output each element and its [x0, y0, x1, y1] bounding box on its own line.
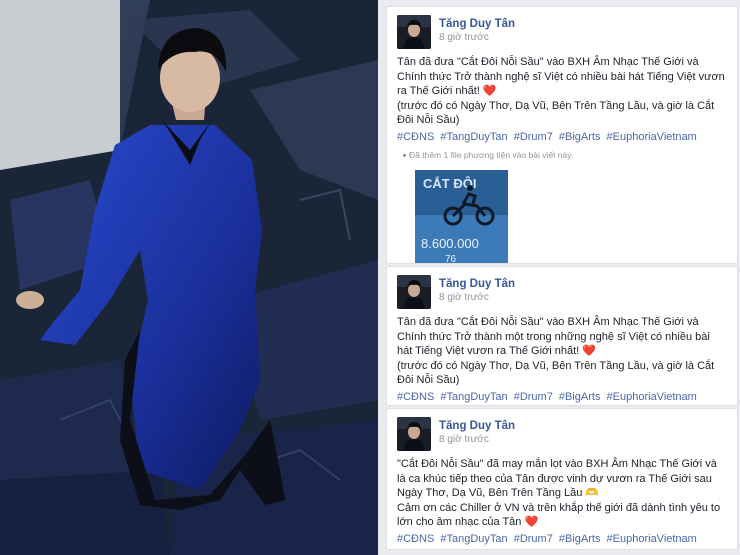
post-header: Tăng Duy Tân 8 giờ trước — [397, 15, 727, 51]
hashtag-link[interactable]: #EuphoriaVietnam — [607, 131, 697, 143]
hashtag-link[interactable]: #TangDuyTan — [440, 391, 507, 403]
hashtag-link[interactable]: #BigArts — [559, 533, 601, 545]
hashtag-link[interactable]: #TangDuyTan — [440, 131, 507, 143]
post-card: Tăng Duy Tân 8 giờ trước Tân đã đưa "Cắt… — [386, 6, 738, 264]
post-text: Tân đã đưa "Cắt Đôi Nỗi Sầu" vào BXH Âm … — [397, 316, 715, 386]
post-text: "Cắt Đôi Nỗi Sầu" đã may mắn lọt vào BXH… — [397, 458, 721, 528]
hashtag-link[interactable]: #Drum7 — [514, 391, 553, 403]
avatar[interactable] — [397, 275, 431, 309]
attachment-note-text: Đã thêm 1 file phương tiện vào bài viết … — [409, 149, 574, 160]
portrait-photo — [0, 0, 378, 555]
author-name[interactable]: Tăng Duy Tân — [439, 277, 515, 291]
post-card: Tăng Duy Tân 8 giờ trước Tân đã đưa "Cắt… — [386, 266, 738, 406]
hashtag-link[interactable]: #BigArts — [559, 131, 601, 143]
avatar[interactable] — [397, 417, 431, 451]
post-header: Tăng Duy Tân 8 giờ trước — [397, 275, 727, 311]
hashtag-link[interactable]: #CĐNS — [397, 533, 434, 545]
hashtag-list: #CĐNS #TangDuyTan #Drum7 #BigArts #Eupho… — [397, 130, 727, 144]
post-timestamp[interactable]: 8 giờ trước — [439, 291, 515, 305]
thumbnail-count: 8.600.000 — [421, 236, 479, 251]
hashtag-link[interactable]: #TangDuyTan — [440, 533, 507, 545]
hashtag-list: #CĐNS #TangDuyTan #Drum7 #BigArts #Eupho… — [397, 532, 727, 546]
hashtag-link[interactable]: #CĐNS — [397, 391, 434, 403]
author-name[interactable]: Tăng Duy Tân — [439, 17, 515, 31]
post-header: Tăng Duy Tân 8 giờ trước — [397, 417, 727, 453]
attachment-bullet-icon: ▪ — [403, 149, 407, 160]
author-name[interactable]: Tăng Duy Tân — [439, 419, 515, 433]
post-text: Tân đã đưa "Cắt Đôi Nỗi Sầu" vào BXH Âm … — [397, 56, 725, 126]
post-timestamp[interactable]: 8 giờ trước — [439, 433, 515, 447]
post-timestamp[interactable]: 8 giờ trước — [439, 31, 515, 45]
media-thumbnail[interactable]: CẮT ĐÔI 8.600.000 76 — [415, 169, 508, 263]
facebook-feed: Tăng Duy Tân 8 giờ trước Tân đã đưa "Cắt… — [378, 0, 740, 555]
thumbnail-footer: 76 — [445, 254, 457, 263]
hashtag-list: #CĐNS #TangDuyTan #Drum7 #BigArts #Eupho… — [397, 390, 727, 404]
hashtag-link[interactable]: #EuphoriaVietnam — [607, 533, 697, 545]
hashtag-link[interactable]: #Drum7 — [514, 533, 553, 545]
post-card: Tăng Duy Tân 8 giờ trước "Cắt Đôi Nỗi Sầ… — [386, 408, 738, 550]
hashtag-link[interactable]: #Drum7 — [514, 131, 553, 143]
hashtag-link[interactable]: #EuphoriaVietnam — [607, 391, 697, 403]
avatar[interactable] — [397, 15, 431, 49]
hashtag-link[interactable]: #CĐNS — [397, 131, 434, 143]
hashtag-link[interactable]: #BigArts — [559, 391, 601, 403]
attachment-note: ▪ Đã thêm 1 file phương tiện vào bài viết… — [403, 150, 727, 160]
